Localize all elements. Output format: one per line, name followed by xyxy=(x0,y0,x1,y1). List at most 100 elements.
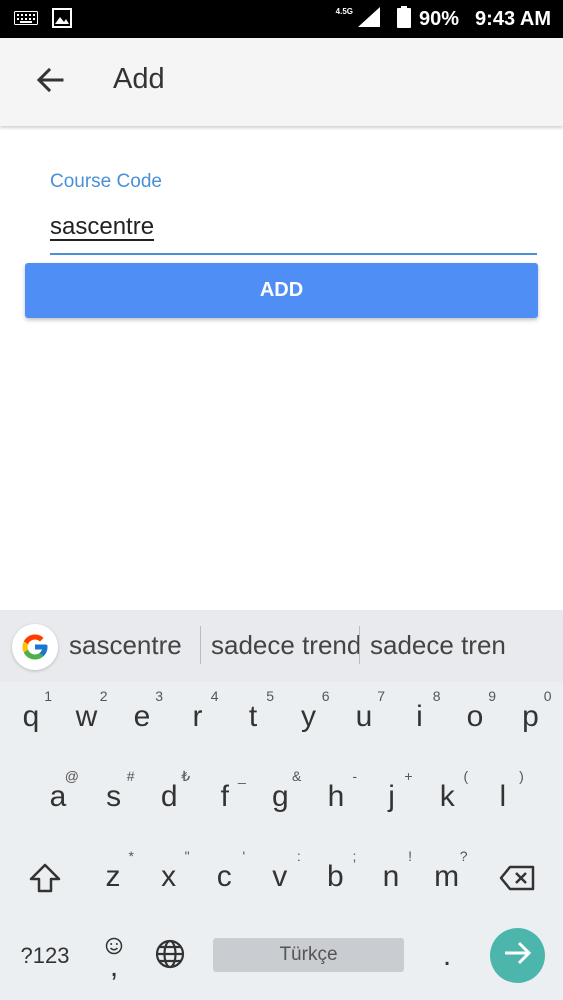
comma-key[interactable]: , xyxy=(96,928,132,984)
key-b[interactable]: b; xyxy=(310,842,360,912)
key-o[interactable]: o9 xyxy=(450,682,500,752)
suggestion-divider xyxy=(200,626,201,664)
key-e[interactable]: e3 xyxy=(117,682,167,752)
suggestion-3[interactable]: sadece tren xyxy=(370,630,506,661)
key-label: g xyxy=(272,780,289,813)
key-d[interactable]: d ₺ xyxy=(144,762,194,832)
course-code-label: Course Code xyxy=(50,171,162,192)
shift-icon xyxy=(29,863,61,898)
key-label: a xyxy=(49,780,67,813)
suggestion-2[interactable]: sadece trend xyxy=(211,630,361,661)
key-label: r xyxy=(192,700,203,733)
key-h[interactable]: h- xyxy=(311,762,361,832)
key-alt-label: 2 xyxy=(99,688,108,704)
key-alt-label: ' xyxy=(242,848,246,864)
key-x[interactable]: x " xyxy=(144,842,194,912)
key-label: u xyxy=(355,700,373,733)
key-u[interactable]: u7 xyxy=(339,682,389,752)
key-alt-label: 0 xyxy=(543,688,552,704)
enter-key[interactable] xyxy=(490,928,545,983)
key-s[interactable]: s # xyxy=(89,762,139,832)
symbols-key[interactable]: ?123 xyxy=(14,936,76,976)
key-i[interactable]: i8 xyxy=(395,682,445,752)
key-alt-label: @ xyxy=(64,768,79,784)
key-label: c xyxy=(216,860,232,893)
key-l[interactable]: l) xyxy=(478,762,528,832)
key-label: h xyxy=(327,780,345,813)
keyboard-icon xyxy=(14,11,38,30)
key-alt-label: ; xyxy=(352,848,357,864)
key-label: j xyxy=(388,780,395,813)
key-label: q xyxy=(22,700,40,733)
suggestion-bar: sascentre sadece trend sadece tren xyxy=(0,610,563,682)
key-alt-label: - xyxy=(352,768,357,784)
key-label: l xyxy=(499,780,507,813)
key-q[interactable]: q1 xyxy=(6,682,56,752)
key-z[interactable]: z * xyxy=(88,842,138,912)
key-k[interactable]: k( xyxy=(422,762,472,832)
google-icon[interactable] xyxy=(12,624,58,670)
clock: 9:43 AM xyxy=(475,7,551,30)
back-button[interactable] xyxy=(30,62,70,102)
key-alt-label: 1 xyxy=(44,688,52,704)
backspace-key[interactable] xyxy=(494,858,540,902)
key-y[interactable]: y6 xyxy=(284,682,334,752)
image-icon xyxy=(52,8,72,33)
period-key[interactable]: . xyxy=(432,936,462,976)
backspace-icon xyxy=(499,865,535,896)
key-p[interactable]: p0 xyxy=(506,682,556,752)
key-label: s xyxy=(106,780,122,813)
key-label: f xyxy=(220,780,229,813)
space-key[interactable]: Türkçe xyxy=(213,938,404,972)
key-v[interactable]: v: xyxy=(255,842,305,912)
key-alt-label: 5 xyxy=(266,688,274,704)
course-code-value: sascentre xyxy=(50,213,155,240)
key-j[interactable]: j + xyxy=(367,762,417,832)
key-alt-label: + xyxy=(404,768,413,784)
key-c[interactable]: c ' xyxy=(199,842,249,912)
key-label: v xyxy=(272,860,288,893)
key-label: x xyxy=(161,860,177,893)
comma-label: , xyxy=(109,949,119,983)
battery-percent: 90% xyxy=(419,7,460,30)
key-label: m xyxy=(434,860,460,893)
key-a[interactable]: a @ xyxy=(33,762,83,832)
status-bar: 4.5G 90% 9:43 AM xyxy=(0,0,563,38)
key-label: d xyxy=(160,780,178,813)
add-button[interactable]: ADD xyxy=(25,263,538,318)
key-alt-label: 7 xyxy=(377,688,385,704)
key-w[interactable]: w2 xyxy=(62,682,112,752)
key-alt-label: ) xyxy=(519,768,524,784)
key-label: p xyxy=(522,700,539,733)
key-alt-label: ? xyxy=(459,848,468,864)
signal-icon xyxy=(357,6,381,33)
key-alt-label: & xyxy=(292,768,302,784)
suggestion-1[interactable]: sascentre xyxy=(69,630,182,661)
shift-key[interactable] xyxy=(24,858,66,902)
key-f[interactable]: f _ xyxy=(200,762,250,832)
key-label: z xyxy=(105,860,121,893)
key-alt-label: ( xyxy=(463,768,469,784)
course-code-input[interactable]: sascentre xyxy=(50,207,537,255)
key-alt-label: 8 xyxy=(432,688,441,704)
key-g[interactable]: g & xyxy=(255,762,305,832)
key-alt-label: ₺ xyxy=(181,768,191,784)
key-label: k xyxy=(439,780,455,813)
arrow-forward-icon xyxy=(503,940,533,971)
key-alt-label: : xyxy=(296,848,301,864)
language-key[interactable] xyxy=(150,936,190,976)
key-alt-label: " xyxy=(184,848,190,864)
key-alt-label: _ xyxy=(238,768,246,784)
key-alt-label: 6 xyxy=(321,688,330,704)
key-t[interactable]: t5 xyxy=(228,682,278,752)
key-label: o xyxy=(466,700,484,733)
arrow-back-icon xyxy=(36,66,64,99)
battery-icon xyxy=(397,5,412,33)
key-m[interactable]: m? xyxy=(422,842,472,912)
key-alt-label: * xyxy=(128,848,134,864)
key-alt-label: ! xyxy=(408,848,412,864)
page-title: Add xyxy=(113,63,165,95)
key-label: n xyxy=(382,860,400,893)
key-r[interactable]: r4 xyxy=(173,682,223,752)
key-n[interactable]: n! xyxy=(366,842,416,912)
